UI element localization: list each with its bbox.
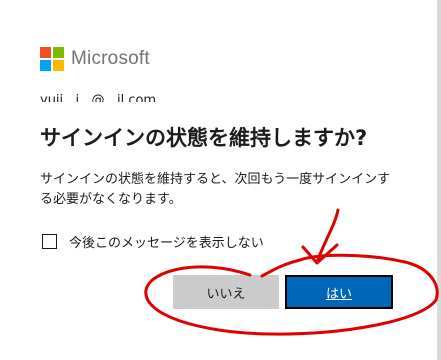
top-strip xyxy=(0,0,441,8)
account-email: yuji...i...@...il.com xyxy=(40,93,157,102)
microsoft-logo-icon xyxy=(40,47,64,71)
dont-show-again-checkbox[interactable] xyxy=(42,234,57,249)
annotation-arrow xyxy=(315,208,340,264)
no-button[interactable]: いいえ xyxy=(173,275,279,309)
dialog-title: サインインの状態を維持しますか? xyxy=(40,126,368,150)
brand-name: Microsoft xyxy=(71,48,150,69)
dont-show-again-row[interactable]: 今後このメッセージを表示しない xyxy=(42,232,264,251)
dialog-description: サインインの状態を維持すると、次回もう一度サインインする必要がなくなります。 xyxy=(40,172,391,207)
microsoft-logo: Microsoft xyxy=(40,47,150,71)
annotation-arrowhead xyxy=(301,243,339,265)
window-edge xyxy=(437,0,441,360)
dont-show-again-label[interactable]: 今後このメッセージを表示しない xyxy=(69,232,264,251)
kmsi-page: Microsoft yuji...i...@...il.com サインインの状態… xyxy=(0,0,441,360)
yes-button[interactable]: はい xyxy=(285,275,393,309)
